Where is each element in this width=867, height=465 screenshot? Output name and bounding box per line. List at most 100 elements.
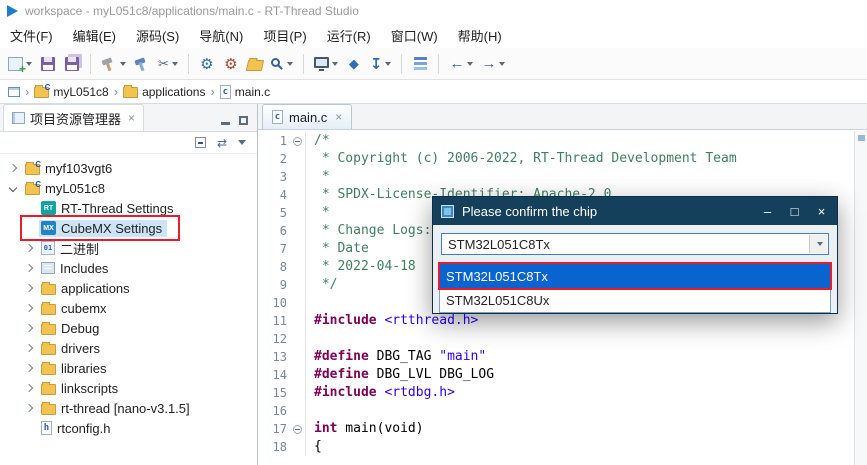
chevron-icon <box>24 323 34 333</box>
chevron-icon <box>24 343 34 353</box>
back-button[interactable]: ← <box>446 52 476 76</box>
breadcrumb-item[interactable]: c main.c <box>219 84 271 99</box>
minimize-view-icon[interactable] <box>221 122 230 125</box>
fold-collapse-icon[interactable] <box>293 424 302 434</box>
search-button[interactable] <box>268 52 296 76</box>
build-all-button[interactable] <box>131 52 153 76</box>
tree-expand-arrow[interactable] <box>22 343 36 353</box>
breadcrumb-item[interactable]: myL051c8 <box>34 83 109 99</box>
close-icon[interactable]: × <box>128 111 135 125</box>
menu-item[interactable]: 编辑(E) <box>73 26 116 45</box>
chip-option-stm32l051c8ux[interactable]: STM32L051C8Ux <box>440 288 830 312</box>
overview-ruler[interactable] <box>854 131 867 465</box>
chip-combobox-value: STM32L051C8Tx <box>448 236 550 252</box>
breadcrumb-label: main.c <box>234 84 271 99</box>
fold-column[interactable] <box>290 132 306 150</box>
save-all-button[interactable] <box>61 52 83 76</box>
tree-item-rtconfig-h[interactable]: h rtconfig.h <box>0 418 257 438</box>
dialog-title-bar[interactable]: Please confirm the chip – □ × <box>433 197 837 225</box>
tree-expand-arrow[interactable] <box>22 283 36 293</box>
tree-expand-arrow[interactable] <box>22 383 36 393</box>
chevron-right-icon: › <box>210 84 215 99</box>
breadcrumb-item[interactable] <box>8 86 20 97</box>
fold-collapse-icon[interactable] <box>293 136 302 146</box>
dialog-minimize-button[interactable]: – <box>754 197 781 225</box>
link-editor-icon[interactable]: ⇄ <box>217 136 227 150</box>
forward-button[interactable]: → <box>478 52 508 76</box>
build-button[interactable] <box>98 52 129 76</box>
fold-column <box>290 366 306 384</box>
tree-item-content: Includes <box>39 260 113 277</box>
tree-expand-arrow[interactable] <box>22 363 36 373</box>
dialog-close-button[interactable]: × <box>808 197 835 225</box>
breadcrumb-item[interactable]: applications <box>123 85 205 99</box>
tab-main-c[interactable]: c main.c × <box>262 104 353 129</box>
project-icon <box>34 83 50 98</box>
save-button[interactable] <box>37 52 59 76</box>
tab-project-explorer[interactable]: 项目资源管理器 × <box>3 104 145 131</box>
tree-item-cubemx-folder[interactable]: cubemx <box>0 298 257 318</box>
tree-item-cubemx-settings[interactable]: MX CubeMX Settings <box>0 218 257 238</box>
tree-expand-arrow[interactable] <box>6 183 20 193</box>
run-config-button[interactable]: ⚙ <box>220 52 242 76</box>
line-number: 6 <box>279 224 287 238</box>
clean-build-button[interactable]: ✂ <box>155 52 181 76</box>
packages-button[interactable]: ◆ <box>343 52 365 76</box>
new-wizard-button[interactable] <box>5 52 35 76</box>
tree-expand-arrow[interactable] <box>22 243 36 253</box>
tree-item-rt-thread-nano[interactable]: rt-thread [nano-v3.1.5] <box>0 398 257 418</box>
breadcrumb-label: myL051c8 <box>53 84 109 99</box>
menu-item[interactable]: 帮助(H) <box>458 26 502 45</box>
line-number: 14 <box>272 368 287 382</box>
menu-item[interactable]: 导航(N) <box>199 26 243 45</box>
download-button[interactable]: ↧ <box>367 52 395 76</box>
code-line: 2 * Copyright (c) 2006-2022, RT-Thread D… <box>258 150 851 168</box>
title-bar: workspace - myL051c8/applications/main.c… <box>0 0 867 22</box>
view-menu-icon[interactable] <box>238 140 246 145</box>
line-number: 16 <box>272 404 287 418</box>
close-icon[interactable]: × <box>335 110 342 124</box>
menu-item[interactable]: 文件(F) <box>10 26 53 45</box>
tree-item-rt-thread-settings[interactable]: RT RT-Thread Settings <box>0 198 257 218</box>
fold-column <box>290 312 306 330</box>
fold-column <box>290 330 306 348</box>
maximize-view-icon[interactable] <box>239 116 248 125</box>
tree-item-libraries-folder[interactable]: libraries <box>0 358 257 378</box>
tree-expand-arrow[interactable] <box>22 263 36 273</box>
tree-item-debug-folder[interactable]: Debug <box>0 318 257 338</box>
tree-item-label: rtconfig.h <box>57 420 111 436</box>
terminal-button[interactable] <box>311 52 341 76</box>
menu-item[interactable]: 窗口(W) <box>391 26 438 45</box>
chevron-icon <box>8 163 18 173</box>
view-icon <box>8 86 20 97</box>
menu-item[interactable]: 运行(R) <box>327 26 371 45</box>
tree-item-linkscripts-folder[interactable]: linkscripts <box>0 378 257 398</box>
debug-view-button[interactable] <box>409 52 431 76</box>
tree-expand-arrow[interactable] <box>6 163 20 173</box>
fold-column[interactable] <box>290 420 306 438</box>
tree-item-project-myf103vgt6[interactable]: myf103vgt6 <box>0 158 257 178</box>
chip-combobox[interactable]: STM32L051C8Tx <box>441 233 829 255</box>
tree-item-includes[interactable]: Includes <box>0 258 257 278</box>
collapse-all-icon[interactable] <box>194 137 206 148</box>
dialog-window-buttons: – □ × <box>754 197 835 225</box>
tree-item-project-myl051c8[interactable]: myL051c8 <box>0 178 257 198</box>
tree-expand-arrow[interactable] <box>22 403 36 413</box>
tree-item-applications-folder[interactable]: applications <box>0 278 257 298</box>
open-resource-button[interactable] <box>244 52 266 76</box>
line-number: 2 <box>279 152 287 166</box>
line-number: 17 <box>272 422 287 436</box>
tree-expand-arrow[interactable] <box>22 303 36 313</box>
chip-option-stm32l051c8tx[interactable]: STM32L051C8Tx <box>438 262 832 290</box>
debug-config-button[interactable]: ⚙ <box>196 52 218 76</box>
chevron-down-icon <box>286 61 293 66</box>
scissors-icon: ✂ <box>158 55 169 71</box>
dialog-maximize-button[interactable]: □ <box>781 197 808 225</box>
chevron-down-icon[interactable] <box>809 235 827 253</box>
menu-item[interactable]: 源码(S) <box>136 26 179 45</box>
tree-item-drivers-folder[interactable]: drivers <box>0 338 257 358</box>
menu-item[interactable]: 项目(P) <box>263 26 306 45</box>
tree-item-content: linkscripts <box>39 380 123 397</box>
tree-expand-arrow[interactable] <box>22 323 36 333</box>
tree-item-binary-folder[interactable]: 01 二进制 <box>0 238 257 258</box>
